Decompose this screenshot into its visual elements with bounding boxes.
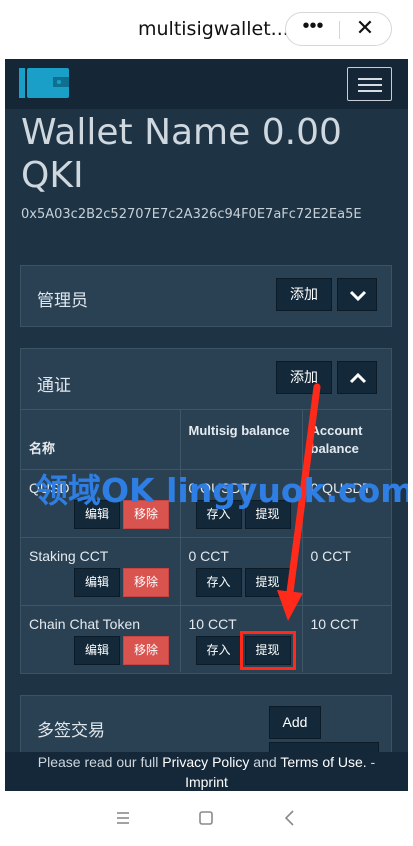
token-name: Chain Chat Token — [29, 616, 141, 632]
table-row: Staking CCT 编辑 移除 0 CCT 存入 提现 0 CCT — [21, 537, 391, 606]
app-container: Wallet Name 0.00 QKI 0x5A03c2B2c52707E7c… — [5, 59, 408, 791]
wallet-title: Wallet Name 0.00 QKI — [21, 112, 342, 196]
token-name-cell: QUSDT 编辑 移除 — [21, 469, 181, 538]
add-transaction-button[interactable]: Add — [269, 706, 321, 739]
tokens-panel: 通证 添加 名称 Multisig balance Account balanc… — [20, 348, 392, 674]
transactions-title: 多签交易 — [37, 721, 105, 740]
account-balance-cell: 0 CCT — [302, 537, 391, 606]
page-title: multisigwallet.... — [138, 18, 295, 40]
terms-of-use-link[interactable]: Terms of Use. — [280, 754, 366, 770]
multisig-balance-cell: 10 CCT 存入 提现 — [180, 605, 303, 672]
deposit-button[interactable]: 存入 — [195, 500, 242, 529]
edit-token-button[interactable]: 编辑 — [74, 568, 121, 597]
remove-token-button[interactable]: 移除 — [123, 500, 170, 529]
multisig-balance-cell: 0 CCT 存入 提现 — [180, 537, 303, 606]
footer: Please read our full Privacy Policy and … — [5, 752, 408, 791]
header-multisig-label: Multisig balance — [188, 423, 290, 438]
table-header-row: 名称 Multisig balance Account balance — [21, 409, 391, 470]
deposit-button[interactable]: 存入 — [195, 636, 242, 665]
add-token-button[interactable]: 添加 — [276, 361, 332, 394]
hamburger-line — [358, 90, 382, 92]
token-name-cell: Chain Chat Token 编辑 移除 — [21, 605, 181, 672]
chevron-down-icon[interactable] — [337, 278, 377, 311]
hamburger-line — [358, 84, 382, 86]
table-row: Chain Chat Token 编辑 移除 10 CCT 存入 提现 10 CCT — [21, 605, 391, 672]
header-name: 名称 — [21, 409, 181, 470]
footer-and: and — [249, 754, 281, 770]
edit-token-button[interactable]: 编辑 — [74, 500, 121, 529]
header-name-label: 名称 — [29, 441, 56, 456]
header-account: Account balance — [302, 409, 391, 470]
remove-token-button[interactable]: 移除 — [123, 568, 170, 597]
admins-title: 管理员 — [37, 291, 88, 310]
account-balance: 0 CCT — [310, 548, 351, 564]
wallet-icon[interactable] — [19, 67, 71, 99]
footer-prefix: Please read our full — [37, 754, 163, 770]
account-balance: 10 CCT — [310, 616, 359, 632]
wallet-address: 0x5A03c2B2c52707E7c2A326c94F0E7aFc72E2Ea… — [21, 207, 362, 222]
tokens-title: 通证 — [37, 376, 71, 395]
navbar — [5, 59, 408, 109]
withdraw-button[interactable]: 提现 — [244, 568, 291, 597]
remove-token-button[interactable]: 移除 — [123, 636, 170, 665]
account-balance-cell: 0 QUSDT — [302, 469, 391, 538]
account-balance-cell: 10 CCT — [302, 605, 391, 672]
system-nav-bar — [0, 792, 413, 846]
capsule-divider — [339, 21, 340, 39]
chevron-up-icon[interactable] — [337, 361, 377, 394]
edit-token-button[interactable]: 编辑 — [74, 636, 121, 665]
multisig-balance-cell: 0 QUSDT 存入 提现 — [180, 469, 303, 538]
hamburger-icon[interactable] — [347, 67, 392, 101]
multisig-balance: 10 CCT — [188, 616, 237, 632]
add-admin-button[interactable]: 添加 — [276, 278, 332, 311]
header-multisig: Multisig balance — [180, 409, 303, 470]
more-icon[interactable]: ••• — [299, 15, 327, 38]
footer-dash: - — [366, 754, 376, 770]
privacy-policy-link[interactable]: Privacy Policy — [162, 754, 249, 770]
imprint-link[interactable]: Imprint — [185, 774, 228, 790]
withdraw-button[interactable]: 提现 — [239, 631, 296, 670]
square-home-icon[interactable] — [191, 806, 221, 830]
admins-panel: 管理员 添加 — [20, 265, 392, 327]
token-name: Staking CCT — [29, 548, 109, 564]
token-name: QUSDT — [29, 480, 78, 496]
close-icon[interactable]: ✕ — [350, 15, 380, 41]
account-balance: 0 QUSDT — [310, 480, 372, 496]
token-name-cell: Staking CCT 编辑 移除 — [21, 537, 181, 606]
hamburger-line — [358, 78, 382, 80]
menu-lines-icon[interactable] — [108, 806, 138, 830]
header-account-label: Account balance — [310, 423, 363, 456]
back-chevron-icon[interactable] — [275, 806, 305, 830]
withdraw-button[interactable]: 提现 — [244, 500, 291, 529]
capsule-menu: ••• ✕ — [285, 12, 392, 46]
table-row: QUSDT 编辑 移除 0 QUSDT 存入 提现 0 QUSDT — [21, 469, 391, 538]
multisig-balance: 0 QUSDT — [188, 480, 250, 496]
deposit-button[interactable]: 存入 — [195, 568, 242, 597]
multisig-balance: 0 CCT — [188, 548, 229, 564]
tokens-table: 名称 Multisig balance Account balance QUSD… — [21, 409, 391, 672]
mini-program-topbar: multisigwallet.... ••• ✕ — [0, 0, 413, 60]
